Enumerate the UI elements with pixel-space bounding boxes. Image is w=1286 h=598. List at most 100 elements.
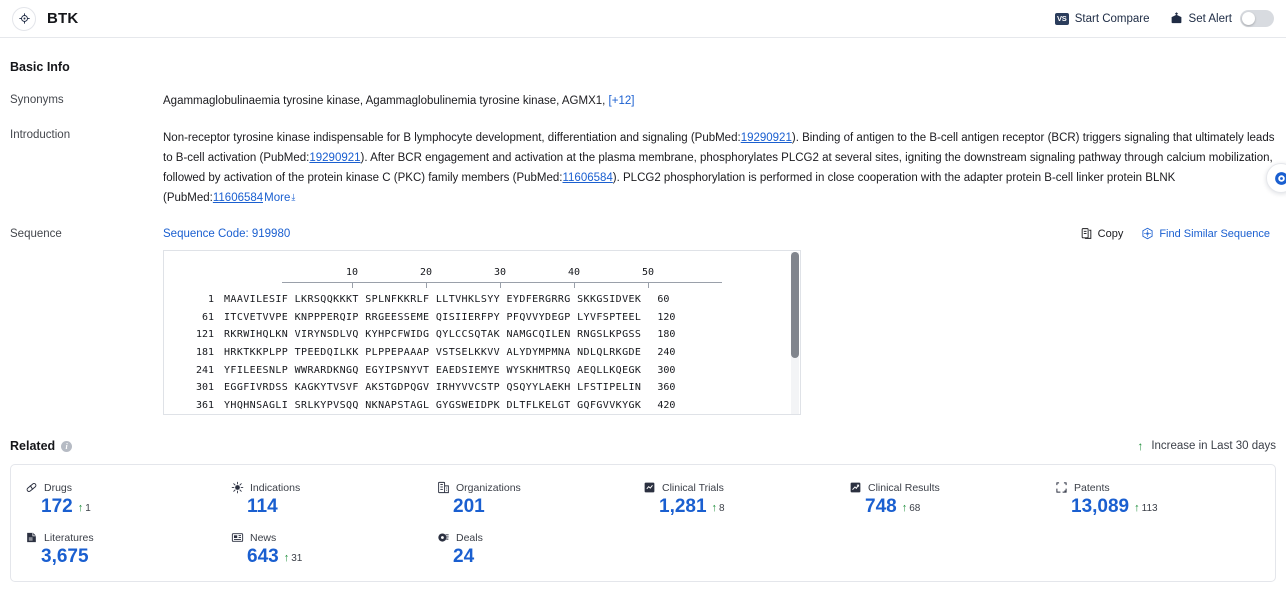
deal-icon xyxy=(437,531,450,544)
stat-label: Organizations xyxy=(456,481,521,494)
stat-patents[interactable]: Patents 13,089 ↑ 113 xyxy=(1055,481,1261,519)
basic-info-title: Basic Info xyxy=(10,60,70,74)
stat-label: Clinical Results xyxy=(868,481,940,494)
stat-label: News xyxy=(250,531,277,544)
sequence-start-index: 121 xyxy=(195,329,214,341)
stat-delta: ↑ 68 xyxy=(902,503,921,519)
info-icon[interactable]: i xyxy=(61,440,73,452)
virus-icon xyxy=(231,481,244,494)
sequence-start-index: 1 xyxy=(207,294,214,306)
pubmed-link-1[interactable]: 19290921 xyxy=(741,132,792,144)
stat-label: Deals xyxy=(456,531,483,544)
stat-literatures[interactable]: Literatures 3,675 xyxy=(25,531,231,569)
sequence-viewer[interactable]: 10 20 30 40 50 1 MAAVILESIF LKRSQQKKKT SP… xyxy=(163,250,801,415)
pubmed-link-2[interactable]: 19290921 xyxy=(309,152,360,164)
ruler-baseline xyxy=(282,282,722,283)
stat-clinical-trials[interactable]: Clinical Trials 1,281 ↑ 8 xyxy=(643,481,849,519)
stat-header: Clinical Trials xyxy=(643,481,849,494)
stat-label: Drugs xyxy=(44,481,73,494)
ruler-tick xyxy=(426,283,427,288)
stat-value[interactable]: 748 xyxy=(865,495,897,519)
news-icon xyxy=(231,531,244,544)
clinical-result-icon xyxy=(849,481,862,494)
target-icon xyxy=(12,6,36,31)
stat-header: Patents xyxy=(1055,481,1261,494)
stat-organizations[interactable]: Organizations 201 xyxy=(437,481,643,519)
introduction-more-label: More xyxy=(264,192,291,204)
sequence-end-index: 120 xyxy=(657,311,676,323)
sequence-end-index: 360 xyxy=(657,382,676,394)
pubmed-link-4[interactable]: 11606584 xyxy=(213,192,263,204)
stat-clinical-results[interactable]: Clinical Results 748 ↑ 68 xyxy=(849,481,1055,519)
introduction-more-button[interactable]: More⤓ xyxy=(263,192,296,204)
vs-icon: VS xyxy=(1054,12,1069,25)
start-compare-label: Start Compare xyxy=(1074,12,1150,25)
synonyms-row: Synonyms Agammaglobulinaemia tyrosine ki… xyxy=(10,93,1276,109)
find-similar-label: Find Similar Sequence xyxy=(1159,227,1270,240)
ruler-tick xyxy=(574,283,575,288)
copy-sequence-button[interactable]: Copy xyxy=(1080,227,1123,240)
stat-label: Clinical Trials xyxy=(662,481,724,494)
increase-legend: ↑ Increase in Last 30 days xyxy=(1137,440,1276,452)
sequence-end-index: 240 xyxy=(657,347,676,359)
ruler-tick xyxy=(352,283,353,288)
stat-delta-value: 1 xyxy=(85,503,91,514)
stat-body: 1,281 ↑ 8 xyxy=(643,495,849,519)
stat-indications[interactable]: Indications 114 xyxy=(231,481,437,519)
related-heading: Related i ↑ Increase in Last 30 days xyxy=(10,439,1276,453)
sequence-code-link[interactable]: Sequence Code: 919980 xyxy=(163,228,290,240)
sequence-residues: EGGFIVRDSS KAGKYTVSVF AKSTGDPQGV IRHYVVC… xyxy=(224,382,642,394)
up-arrow-icon: ↑ xyxy=(1137,439,1144,453)
sequence-start-index: 241 xyxy=(195,364,214,376)
stat-value[interactable]: 24 xyxy=(453,545,474,569)
sequence-line: 241 YFILEESNLP WWRARDKNGQ EGYIPSNYVT EAED… xyxy=(164,361,800,379)
stat-delta: ↑ 113 xyxy=(1134,503,1157,519)
chevron-down-icon: ⤓ xyxy=(291,192,296,202)
sequence-residues: MAAVILESIF LKRSQQKKKT SPLNFKKRLF LLTVHKL… xyxy=(224,294,642,306)
sequence-scrollbar-thumb[interactable] xyxy=(791,252,799,358)
stat-label: Indications xyxy=(250,481,301,494)
stat-header: Clinical Results xyxy=(849,481,1055,494)
literature-icon xyxy=(25,531,38,544)
sequence-label: Sequence xyxy=(10,228,62,240)
stat-value[interactable]: 172 xyxy=(41,495,73,519)
ruler-tick xyxy=(648,283,649,288)
find-similar-sequence-button[interactable]: Find Similar Sequence xyxy=(1141,227,1270,240)
introduction-row: Introduction Non-receptor tyrosine kinas… xyxy=(10,128,1276,208)
stat-value[interactable]: 643 xyxy=(247,545,279,569)
synonyms-more-link[interactable]: [+12] xyxy=(609,95,635,107)
set-alert-button[interactable]: Set Alert xyxy=(1170,10,1274,27)
stat-body: 13,089 ↑ 113 xyxy=(1055,495,1261,519)
sequence-value: Sequence Code: 919980 Copy Find Similar … xyxy=(163,227,1276,415)
stat-delta-value: 8 xyxy=(719,503,725,514)
sequence-start-index: 301 xyxy=(195,382,214,394)
stat-body: 748 ↑ 68 xyxy=(849,495,1055,519)
sequence-start-index: 361 xyxy=(195,399,214,411)
up-arrow-icon: ↑ xyxy=(711,502,718,514)
stat-body: 172 ↑ 1 xyxy=(25,495,231,519)
stat-deals[interactable]: Deals 24 xyxy=(437,531,643,569)
pubmed-link-3[interactable]: 11606584 xyxy=(562,172,612,184)
alert-toggle[interactable] xyxy=(1240,10,1274,27)
ruler-tick-label: 10 xyxy=(345,267,359,278)
stat-delta: ↑ 31 xyxy=(284,553,303,569)
stat-value[interactable]: 1,281 xyxy=(659,495,707,519)
stat-news[interactable]: News 643 ↑ 31 xyxy=(231,531,437,569)
stat-value[interactable]: 114 xyxy=(247,495,278,519)
start-compare-button[interactable]: VS Start Compare xyxy=(1054,12,1150,25)
pill-icon xyxy=(25,481,38,494)
stat-delta-value: 68 xyxy=(909,503,921,514)
set-alert-label: Set Alert xyxy=(1188,12,1232,25)
stat-delta: ↑ 1 xyxy=(78,503,91,519)
ruler-tick-label: 40 xyxy=(567,267,581,278)
stat-value[interactable]: 3,675 xyxy=(41,545,89,569)
stat-label: Literatures xyxy=(44,531,94,544)
stat-body: 24 xyxy=(437,545,643,569)
stat-drugs[interactable]: Drugs 172 ↑ 1 xyxy=(25,481,231,519)
sequence-residues: YHQHNSAGLI SRLKYPVSQQ NKNAPSTAGL GYGSWEI… xyxy=(224,399,642,411)
sequence-line-list: 1 MAAVILESIF LKRSQQKKKT SPLNFKKRLF LLTVHK… xyxy=(164,291,800,414)
stat-value[interactable]: 13,089 xyxy=(1071,495,1129,519)
sequence-start-index: 61 xyxy=(201,311,214,323)
sequence-end-index: 300 xyxy=(657,364,676,376)
stat-value[interactable]: 201 xyxy=(453,495,485,519)
